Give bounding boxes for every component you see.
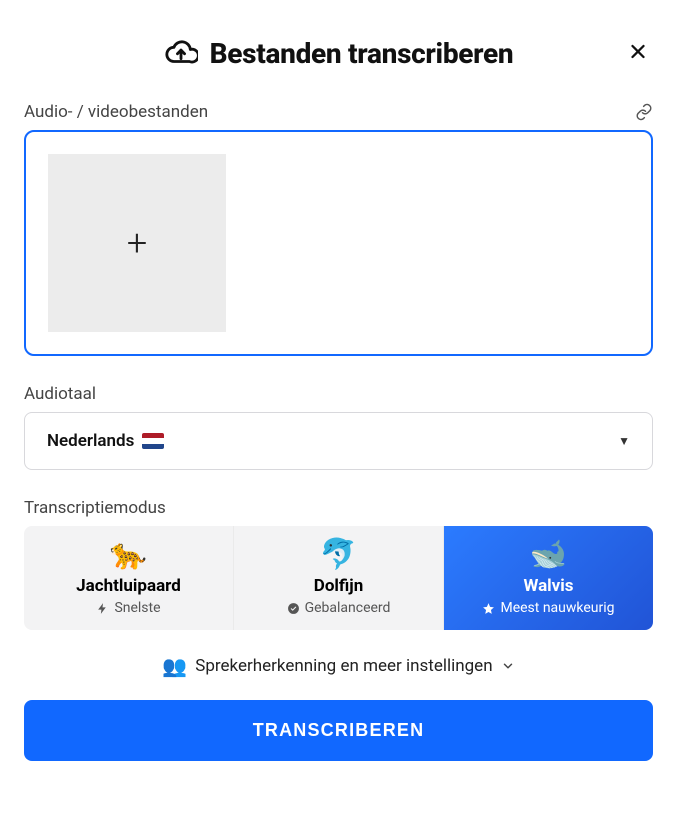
- mode-option-walvis[interactable]: 🐋 Walvis Meest nauwkeurig: [444, 526, 653, 630]
- plus-icon: +: [127, 222, 147, 264]
- modal-header: Bestanden transcriberen: [24, 36, 653, 70]
- mode-emoji: 🐬: [242, 540, 435, 570]
- upload-label-row: Audio- / videobestanden: [24, 102, 653, 122]
- mode-label: Transcriptiemodus: [24, 498, 653, 518]
- transcribe-button[interactable]: TRANSCRIBEREN: [24, 700, 653, 761]
- mode-title: Jachtluipaard: [32, 576, 225, 596]
- language-section: Audiotaal Nederlands ▼: [24, 384, 653, 470]
- language-value-wrap: Nederlands: [47, 431, 164, 451]
- cloud-upload-icon: [164, 36, 198, 70]
- mode-subtitle: Snelste: [32, 600, 225, 616]
- language-select[interactable]: Nederlands ▼: [24, 412, 653, 470]
- mode-subtitle: Gebalanceerd: [242, 600, 435, 616]
- header-title-wrap: Bestanden transcriberen: [164, 36, 514, 70]
- transcribe-modal: Bestanden transcriberen Audio- / videobe…: [0, 0, 677, 789]
- flag-nl-icon: [142, 433, 164, 449]
- dropdown-caret-icon: ▼: [618, 434, 630, 448]
- speakers-icon: 👥: [162, 654, 187, 678]
- close-button[interactable]: [623, 37, 653, 70]
- language-label: Audiotaal: [24, 384, 653, 404]
- upload-label: Audio- / videobestanden: [24, 102, 208, 122]
- more-settings-toggle[interactable]: 👥 Sprekerherkenning en meer instellingen: [24, 654, 653, 678]
- modal-title: Bestanden transcriberen: [210, 37, 514, 70]
- mode-emoji: 🐋: [452, 540, 645, 570]
- close-icon: [627, 41, 649, 63]
- language-value: Nederlands: [47, 431, 134, 451]
- file-dropzone[interactable]: +: [24, 130, 653, 356]
- link-icon[interactable]: [635, 103, 653, 121]
- chevron-down-icon: [501, 659, 515, 673]
- more-settings-label: Sprekerherkenning en meer instellingen: [195, 656, 492, 676]
- mode-title: Walvis: [452, 576, 645, 596]
- add-file-tile[interactable]: +: [48, 154, 226, 332]
- mode-option-jachtluipaard[interactable]: 🐆 Jachtluipaard Snelste: [24, 526, 234, 630]
- mode-title: Dolfijn: [242, 576, 435, 596]
- mode-emoji: 🐆: [32, 540, 225, 570]
- mode-subtitle: Meest nauwkeurig: [452, 600, 645, 616]
- mode-options: 🐆 Jachtluipaard Snelste 🐬 Dolfijn Gebalanceer…: [24, 526, 653, 630]
- mode-section: Transcriptiemodus 🐆 Jachtluipaard Snelste 🐬…: [24, 498, 653, 630]
- mode-option-dolfijn[interactable]: 🐬 Dolfijn Gebalanceerd: [234, 526, 444, 630]
